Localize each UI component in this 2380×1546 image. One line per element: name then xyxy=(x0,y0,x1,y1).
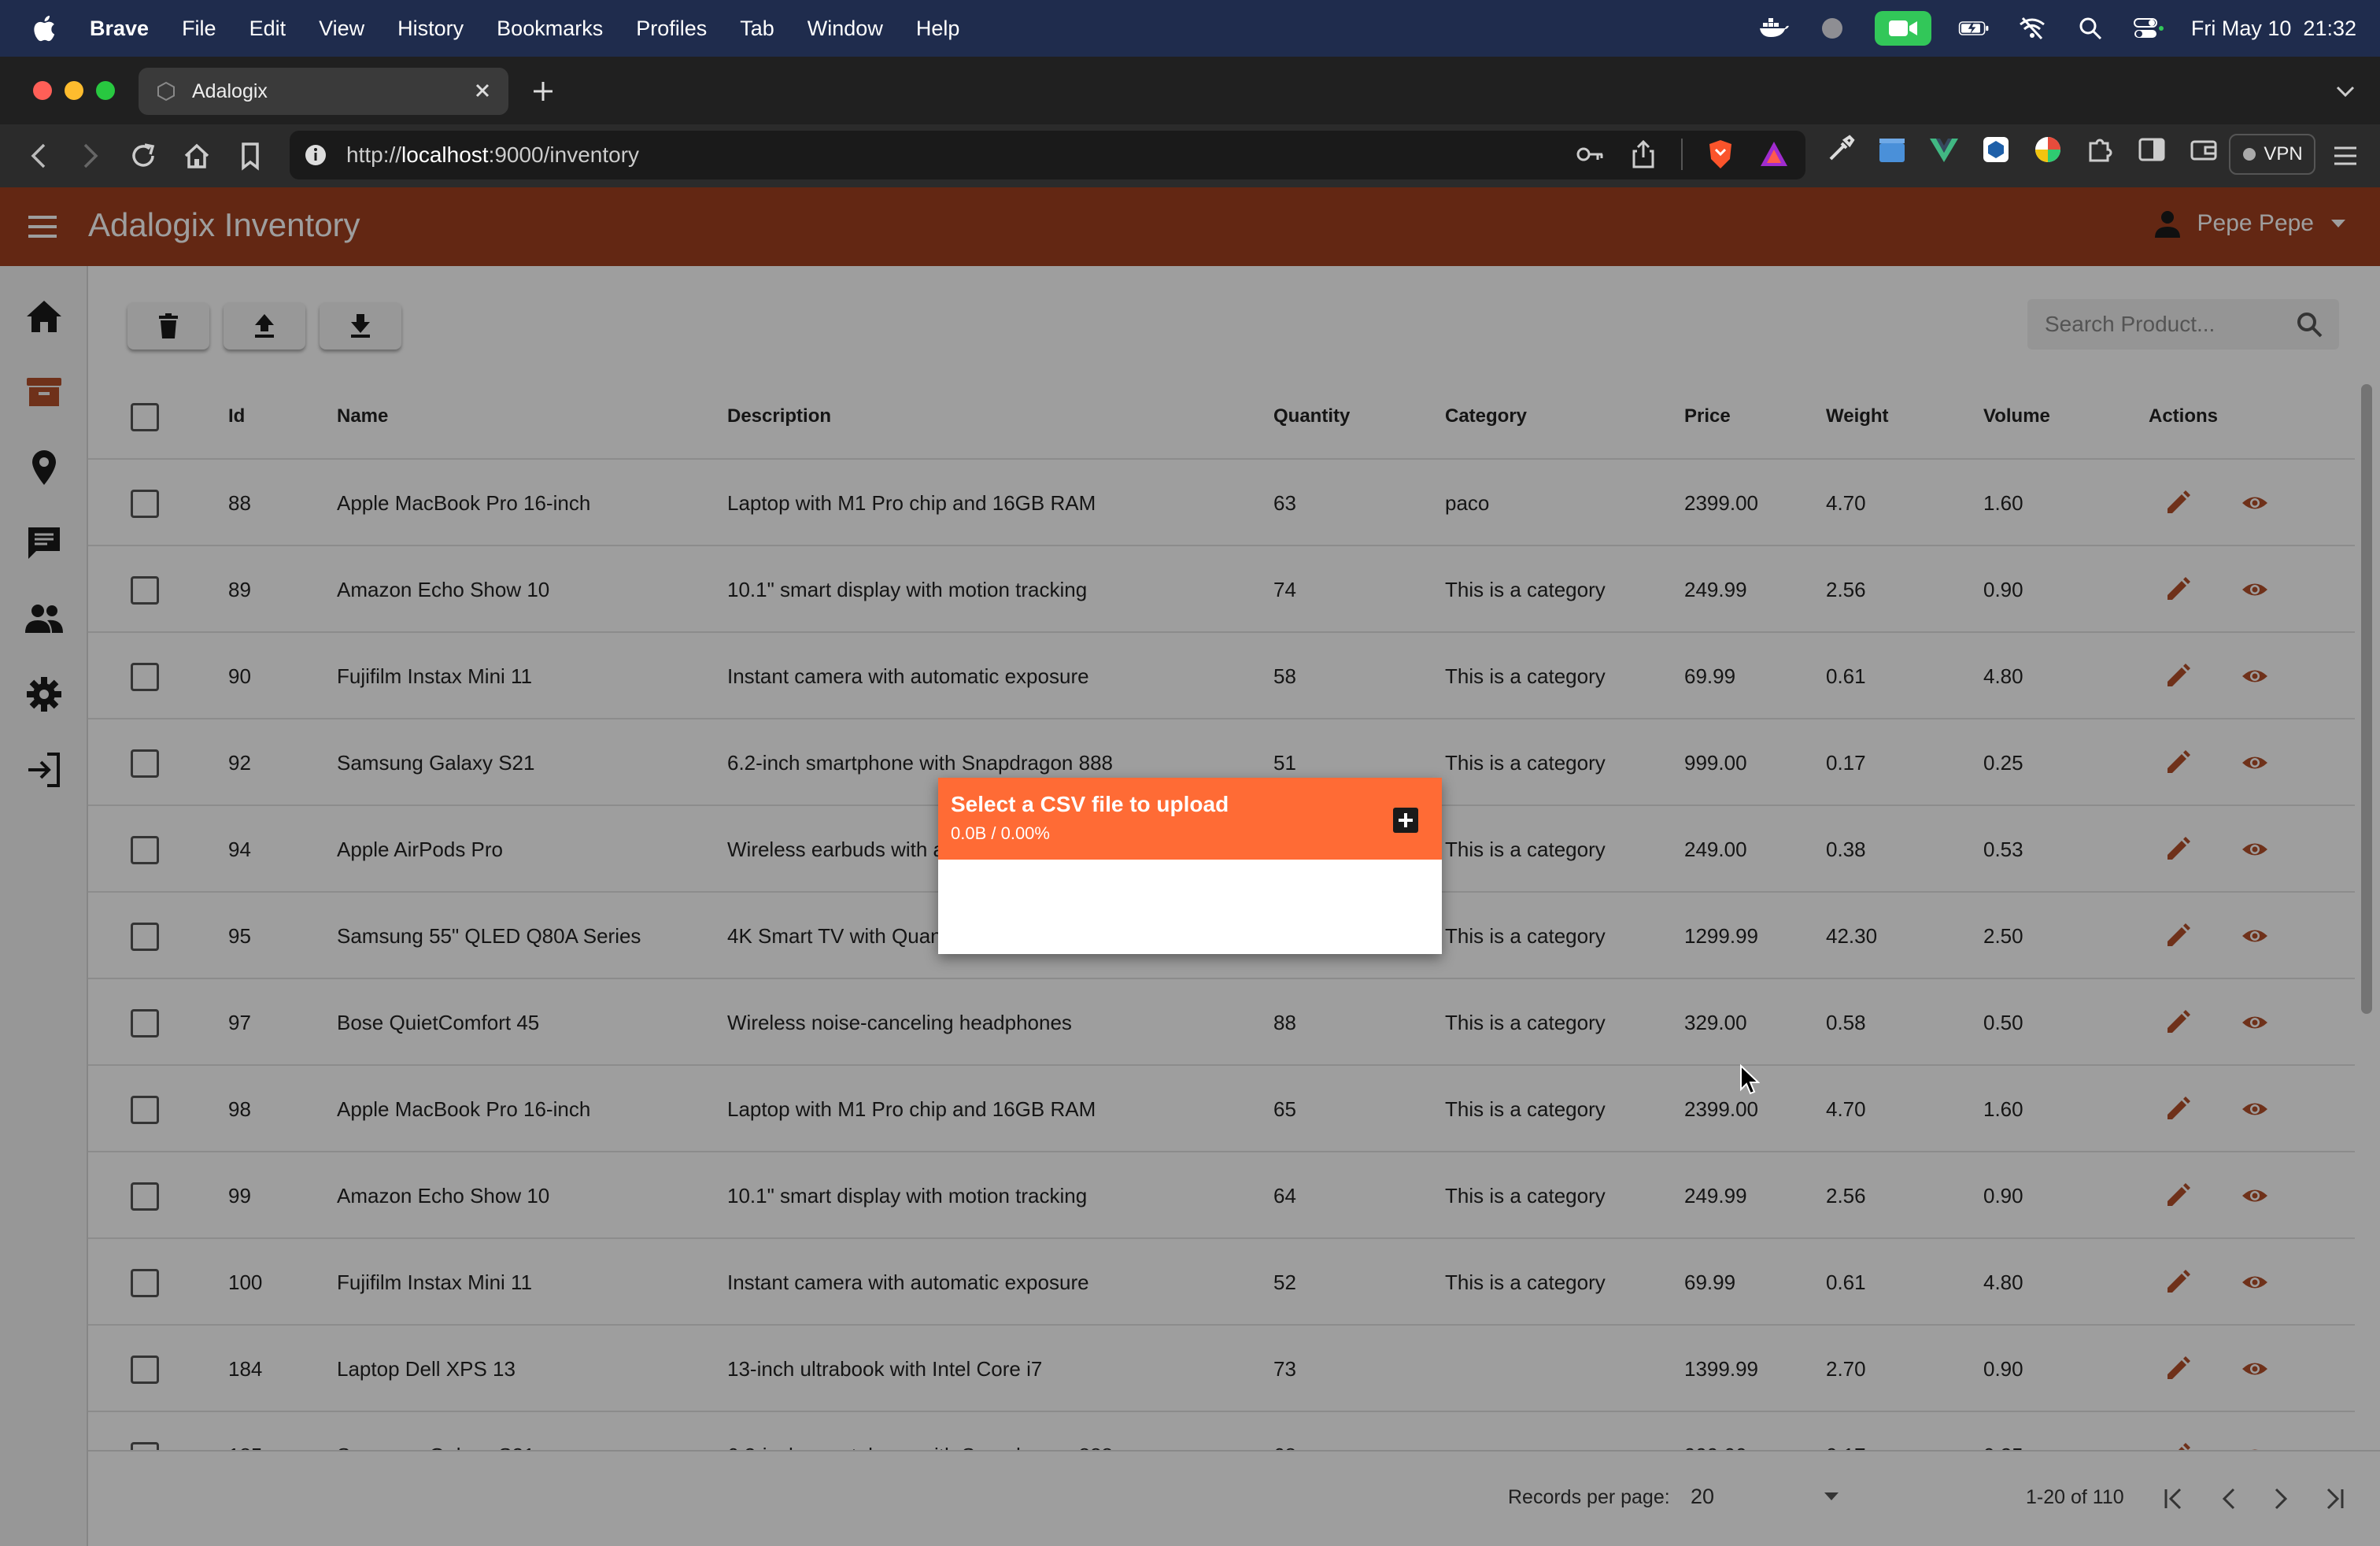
close-icon[interactable] xyxy=(471,79,494,102)
site-info-icon[interactable] xyxy=(304,143,327,167)
puzzle-extensions-icon[interactable] xyxy=(2084,134,2116,165)
menu-bookmarks[interactable]: Bookmarks xyxy=(497,17,603,41)
url-prefix: http:// xyxy=(346,142,402,167)
macos-menubar: Brave File Edit View History Bookmarks P… xyxy=(0,0,2380,57)
menubar-clock[interactable]: Fri May 10 21:32 xyxy=(2191,17,2356,41)
new-tab-icon[interactable] xyxy=(527,76,559,107)
menu-file[interactable]: File xyxy=(182,17,216,41)
forward-icon[interactable] xyxy=(72,139,107,173)
window-close-button[interactable] xyxy=(33,81,52,100)
mouse-cursor-icon xyxy=(1740,1064,1760,1095)
vue-devtools-icon[interactable] xyxy=(1928,134,1960,165)
extension-toolbar xyxy=(1824,134,2219,165)
address-bar[interactable]: http://localhost:9000/inventory xyxy=(290,131,1805,179)
csv-upload-title: Select a CSV file to upload xyxy=(951,792,1229,816)
add-icon[interactable] xyxy=(1391,806,1420,834)
wallet-icon[interactable] xyxy=(2188,134,2219,165)
vpn-status-icon xyxy=(2243,148,2256,161)
browser-menu-icon[interactable] xyxy=(2330,140,2361,172)
docker-icon[interactable] xyxy=(1758,13,1790,44)
color-extension-icon[interactable] xyxy=(2032,134,2064,165)
csv-upload-dialog: Select a CSV file to upload 0.0B / 0.00% xyxy=(938,778,1442,954)
spotlight-search-icon[interactable] xyxy=(2075,13,2106,44)
reload-icon[interactable] xyxy=(126,139,161,173)
menubar-status-area: Fri May 10 21:32 xyxy=(1758,0,2356,57)
facetime-icon[interactable] xyxy=(1874,11,1931,46)
csv-upload-progress: 0.0B / 0.00% xyxy=(951,823,1050,843)
share-icon[interactable] xyxy=(1628,139,1659,170)
menu-help[interactable]: Help xyxy=(916,17,960,41)
url-path: :9000/inventory xyxy=(488,142,640,167)
control-center-icon[interactable] xyxy=(2133,13,2164,44)
back-icon[interactable] xyxy=(22,139,57,173)
home-icon[interactable] xyxy=(179,139,214,173)
menu-edit[interactable]: Edit xyxy=(249,17,286,41)
menu-window[interactable]: Window xyxy=(808,17,883,41)
record-icon[interactable] xyxy=(1816,13,1848,44)
battery-icon[interactable] xyxy=(1958,13,1990,44)
url-host: localhost xyxy=(401,142,489,167)
tab-title: Adalogix xyxy=(192,80,268,102)
csv-upload-header: Select a CSV file to upload 0.0B / 0.00% xyxy=(938,778,1442,860)
brave-shields-icon[interactable] xyxy=(1705,139,1736,170)
vpn-button[interactable]: VPN xyxy=(2229,134,2315,175)
key-icon[interactable] xyxy=(1574,139,1606,170)
menu-profiles[interactable]: Profiles xyxy=(636,17,707,41)
eyedropper-icon[interactable] xyxy=(1824,134,1856,165)
chevron-down-icon[interactable] xyxy=(2333,79,2358,104)
wifi-off-icon[interactable] xyxy=(2016,13,2048,44)
vpn-label: VPN xyxy=(2264,143,2303,165)
sidebar-toggle-icon[interactable] xyxy=(2136,134,2168,165)
window-zoom-button[interactable] xyxy=(96,81,115,100)
shield-extension-icon[interactable] xyxy=(1980,134,2012,165)
menu-tab[interactable]: Tab xyxy=(740,17,774,41)
browser-tab-active[interactable]: Adalogix xyxy=(139,68,508,115)
csv-upload-dropzone[interactable] xyxy=(938,860,1442,954)
bookmark-icon[interactable] xyxy=(233,139,268,173)
menu-history[interactable]: History xyxy=(397,17,464,41)
brave-rewards-icon[interactable] xyxy=(1758,139,1790,170)
menu-app-name[interactable]: Brave xyxy=(90,17,149,41)
window-minimize-button[interactable] xyxy=(65,81,83,100)
clapper-extension-icon[interactable] xyxy=(1876,134,1908,165)
menu-view[interactable]: View xyxy=(319,17,364,41)
apple-icon[interactable] xyxy=(30,13,61,44)
site-favicon-icon xyxy=(157,81,175,102)
